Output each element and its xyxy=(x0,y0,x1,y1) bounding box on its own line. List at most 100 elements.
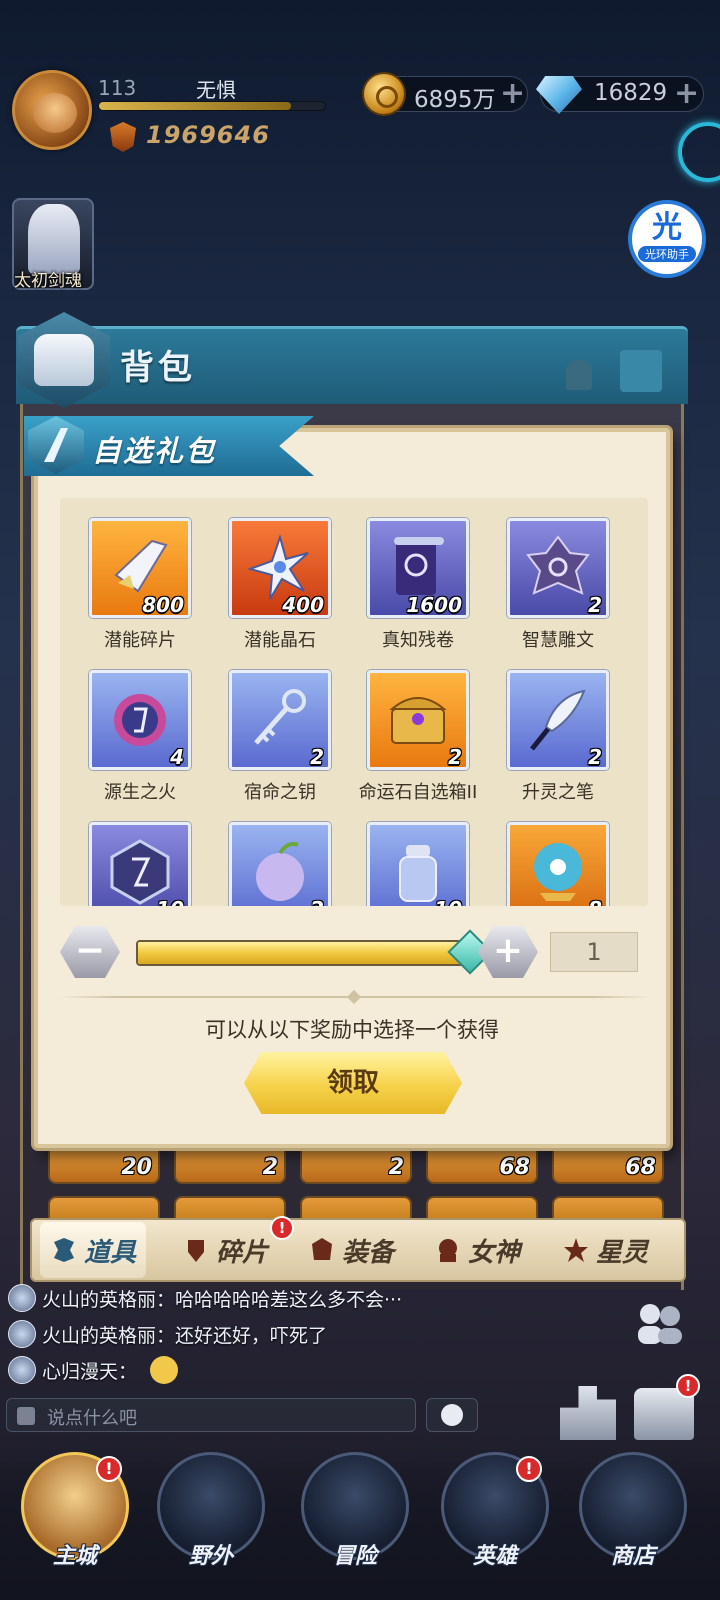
ranking-icon[interactable] xyxy=(560,1386,616,1440)
friends-icon[interactable] xyxy=(632,1300,688,1346)
quill-icon: 2 xyxy=(507,670,609,770)
inventory-slot[interactable]: 68 xyxy=(552,1148,664,1184)
goddess-icon xyxy=(434,1236,462,1264)
fire-orb-icon: 4 xyxy=(89,670,191,770)
reward-item[interactable]: 10 xyxy=(70,822,210,906)
power-value: 1969646 xyxy=(146,121,270,149)
inventory-slot[interactable]: 20 xyxy=(48,1148,160,1184)
reward-item[interactable]: 800 潜能碎片 xyxy=(70,518,210,652)
inventory-slot[interactable] xyxy=(48,1196,160,1220)
item-name: 宿命之钥 xyxy=(244,782,316,803)
nav-item-label: 冒险 xyxy=(332,1544,377,1569)
claim-button[interactable]: 领取 xyxy=(244,1052,462,1114)
potion-icon: 10 xyxy=(367,822,469,906)
item-count: 4 xyxy=(170,745,184,769)
assistant-label: 光环助手 xyxy=(638,246,696,262)
reward-item[interactable]: 2 xyxy=(210,822,350,906)
gold-value: 6895万 xyxy=(414,87,496,113)
item-name: 源生之火 xyxy=(104,782,176,803)
character-name: 太初剑魂 xyxy=(14,271,82,291)
chest-icon: 2 xyxy=(367,670,469,770)
reward-item[interactable]: 400 潜能晶石 xyxy=(210,518,350,652)
tab-goddess[interactable]: 女神 xyxy=(434,1222,520,1278)
item-count: 2 xyxy=(588,745,602,769)
chat-avatar[interactable] xyxy=(8,1284,36,1312)
item-count: 1600 xyxy=(406,593,462,617)
fruit-icon: 2 xyxy=(229,822,331,906)
armor-icon xyxy=(308,1236,336,1264)
nav-item[interactable]: 主城! xyxy=(16,1452,134,1592)
box-deco-icon xyxy=(620,350,662,392)
reward-item[interactable]: 4 源生之火 xyxy=(70,670,210,804)
assistant-logo-text: 光 xyxy=(652,210,682,245)
reward-item[interactable]: 1600 真知残卷 xyxy=(348,518,488,652)
inventory-slot[interactable]: 2 xyxy=(174,1148,286,1184)
emoji-face-icon xyxy=(150,1356,178,1384)
nav-item[interactable]: 商店 xyxy=(574,1452,692,1592)
item-name: 潜能晶石 xyxy=(244,630,316,651)
star-icon xyxy=(562,1236,590,1264)
nav-badge: ! xyxy=(516,1456,542,1482)
exp-bar xyxy=(98,101,326,111)
chat-input[interactable]: 说点什么吧 xyxy=(6,1398,416,1432)
reward-item[interactable]: 2 智慧雕文 xyxy=(488,518,628,652)
inventory-slot[interactable]: 68 xyxy=(426,1148,538,1184)
item-count: 400 xyxy=(282,593,324,617)
inventory-slot[interactable] xyxy=(552,1196,664,1220)
chat-placeholder: 说点什么吧 xyxy=(47,1408,137,1429)
bag-title: 背包 xyxy=(120,348,196,388)
chat-avatar[interactable] xyxy=(8,1356,36,1384)
reward-item[interactable]: 2 升灵之笔 xyxy=(488,670,628,804)
crystal-ball-icon: 8 xyxy=(507,822,609,906)
reward-item[interactable]: 2 命运石自选箱II xyxy=(348,670,488,804)
shard-icon: 800 xyxy=(89,518,191,618)
item-name: 潜能碎片 xyxy=(104,630,176,651)
reward-item[interactable]: 10 xyxy=(348,822,488,906)
quantity-slider[interactable] xyxy=(136,940,470,966)
inventory-slot[interactable]: 2 xyxy=(300,1148,412,1184)
side-ring-icon[interactable] xyxy=(678,122,720,182)
shards-badge: ! xyxy=(270,1216,294,1240)
player-name: 无惧 xyxy=(196,78,236,102)
power-icon xyxy=(110,122,136,152)
inventory-slot[interactable] xyxy=(174,1196,286,1220)
chat-message: 火山的英格丽：哈哈哈哈哈差这么多不会··· xyxy=(42,1289,403,1311)
nav-item[interactable]: 野外 xyxy=(152,1452,270,1592)
nav-item[interactable]: 英雄! xyxy=(436,1452,554,1592)
item-count: 10 xyxy=(434,897,462,906)
chat-avatar[interactable] xyxy=(8,1320,36,1348)
tab-items[interactable]: 道具 xyxy=(40,1222,147,1278)
chest-badge: ! xyxy=(676,1374,700,1398)
reward-item[interactable]: 2 宿命之钥 xyxy=(210,670,350,804)
item-count: 2 xyxy=(310,745,324,769)
shard-icon xyxy=(182,1236,210,1264)
gem-value: 16829 xyxy=(594,80,668,106)
cat-deco-icon xyxy=(566,360,592,390)
add-gem-button[interactable]: + xyxy=(674,76,699,111)
tab-shards[interactable]: 碎片 xyxy=(182,1222,268,1278)
reward-grid: 800 潜能碎片 400 潜能晶石 1600 真知残卷 2 智慧雕文 4 源生之火 2 宿命之钥 2 命运… xyxy=(60,498,648,906)
glyph-icon: 2 xyxy=(507,518,609,618)
item-name: 命运石自选箱II xyxy=(358,782,478,803)
nav-item-label: 商店 xyxy=(610,1544,655,1569)
tab-star-spirit[interactable]: 星灵 xyxy=(562,1222,648,1278)
item-count: 800 xyxy=(142,593,184,617)
add-gold-button[interactable]: + xyxy=(500,76,525,111)
rune-icon: 10 xyxy=(89,822,191,906)
backpack-glyph xyxy=(34,334,94,386)
item-name: 智慧雕文 xyxy=(522,630,594,651)
assistant-button[interactable]: 光 光环助手 xyxy=(628,200,706,278)
emoji-button[interactable] xyxy=(426,1398,478,1432)
inventory-slot[interactable] xyxy=(300,1196,412,1220)
modal-title: 自选礼包 xyxy=(92,434,217,468)
reward-item[interactable]: 8 xyxy=(488,822,628,906)
nav-item[interactable]: 冒险 xyxy=(296,1452,414,1592)
quantity-field[interactable]: 1 xyxy=(550,932,638,972)
item-count: 10 xyxy=(156,897,184,906)
choose-hint: 可以从以下奖励中选择一个获得 xyxy=(205,1018,499,1042)
scroll-icon: 1600 xyxy=(367,518,469,618)
inventory-slot[interactable] xyxy=(426,1196,538,1220)
star-crystal-icon: 400 xyxy=(229,518,331,618)
tab-equipment[interactable]: 装备 xyxy=(308,1222,394,1278)
player-avatar[interactable] xyxy=(12,70,92,150)
